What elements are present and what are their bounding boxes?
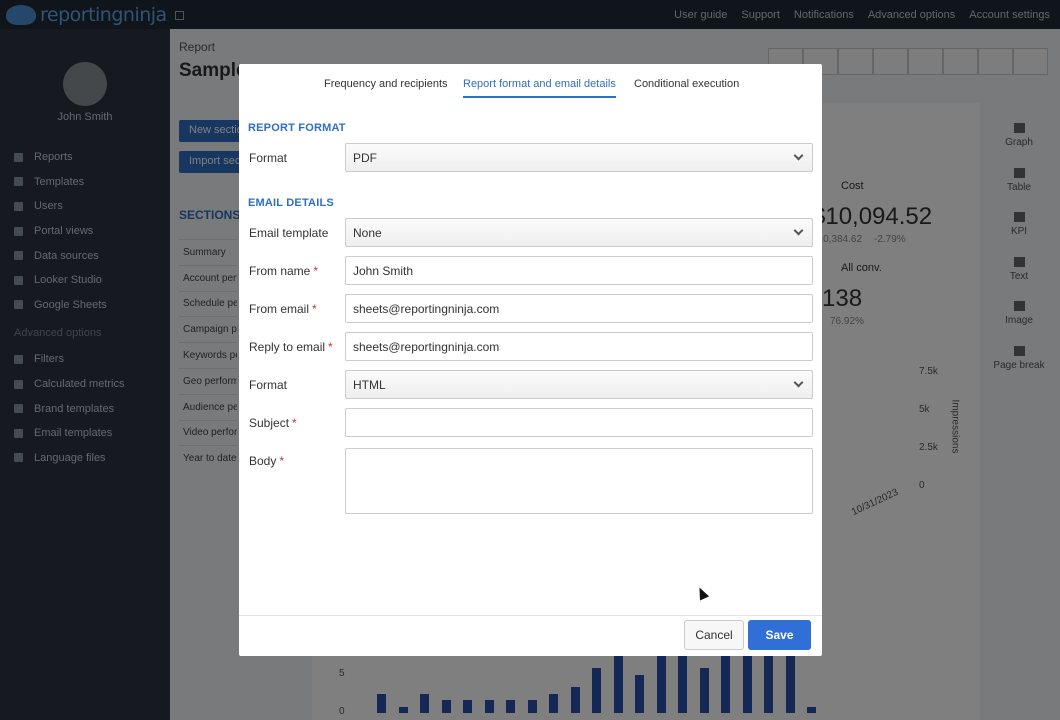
from-name-input[interactable]: John Smith xyxy=(345,256,813,285)
report-format-heading: REPORT FORMAT xyxy=(248,122,346,134)
report-format-select[interactable]: PDF xyxy=(345,143,813,172)
from-name-value: John Smith xyxy=(353,264,414,278)
chevron-down-icon xyxy=(793,150,804,161)
email-template-value: None xyxy=(353,226,382,240)
email-format-value: HTML xyxy=(353,378,386,392)
reply-to-email-label: Reply to email * xyxy=(249,340,333,354)
schedule-report-modal: Frequency and recipients Report format a… xyxy=(239,64,822,656)
reply-to-email-input[interactable]: sheets@reportingninja.com xyxy=(345,332,813,361)
from-email-input[interactable]: sheets@reportingninja.com xyxy=(345,294,813,323)
required-mark: * xyxy=(279,454,285,468)
label-text: Body xyxy=(249,454,277,468)
report-format-value: PDF xyxy=(353,151,377,165)
reply-to-email-value: sheets@reportingninja.com xyxy=(353,340,500,354)
required-mark: * xyxy=(313,264,319,278)
chevron-down-icon xyxy=(793,377,804,388)
required-mark: * xyxy=(328,340,333,354)
email-format-select[interactable]: HTML xyxy=(345,370,813,399)
from-email-value: sheets@reportingninja.com xyxy=(353,302,500,316)
required-mark: * xyxy=(312,302,317,316)
from-name-label: From name * xyxy=(249,264,318,278)
modal-footer-divider xyxy=(239,615,822,616)
cancel-button[interactable]: Cancel xyxy=(684,620,744,650)
required-mark: * xyxy=(292,416,297,430)
tab-frequency-and-recipients[interactable]: Frequency and recipients xyxy=(324,78,448,96)
email-details-heading: EMAIL DETAILS xyxy=(248,197,334,209)
label-text: Reply to email xyxy=(249,340,326,354)
modal-tabs: Frequency and recipients Report format a… xyxy=(239,64,822,99)
from-email-label: From email * xyxy=(249,302,317,316)
label-text: From name xyxy=(249,264,311,278)
body-textarea[interactable] xyxy=(345,448,813,514)
save-button[interactable]: Save xyxy=(748,620,811,650)
subject-input[interactable] xyxy=(345,408,813,437)
email-format-label: Format xyxy=(249,378,288,392)
label-text: Subject xyxy=(249,416,290,430)
email-template-select[interactable]: None xyxy=(345,218,813,247)
tab-conditional-execution[interactable]: Conditional execution xyxy=(634,78,739,96)
chevron-down-icon xyxy=(793,225,804,236)
body-label: Body * xyxy=(249,454,284,468)
email-template-label: Email template xyxy=(249,226,329,240)
label-text: From email xyxy=(249,302,310,316)
subject-label: Subject * xyxy=(249,416,297,430)
format-label: Format xyxy=(249,151,288,165)
tab-report-format-and-email-details[interactable]: Report format and email details xyxy=(463,78,616,98)
